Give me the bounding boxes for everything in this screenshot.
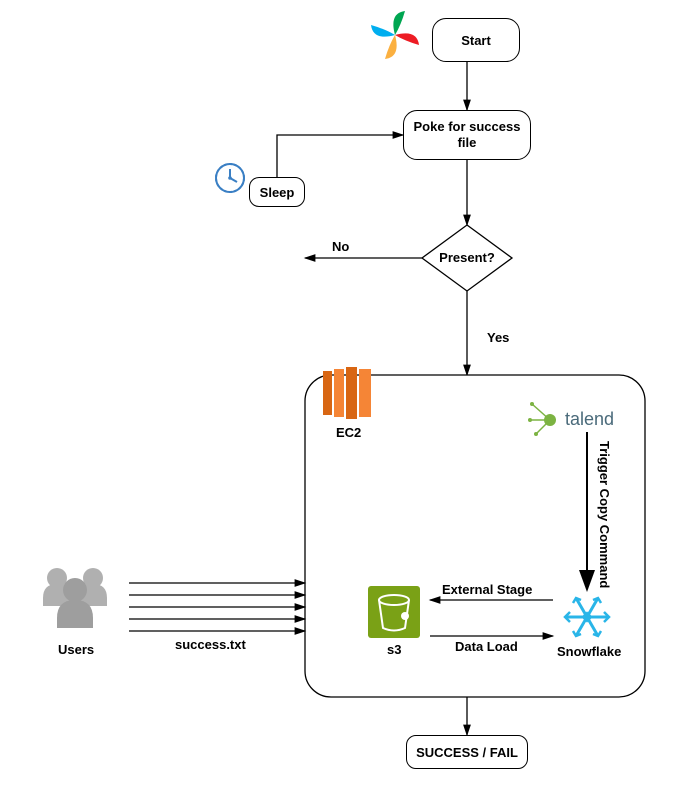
yes-label: Yes: [487, 330, 509, 345]
talend-icon: [528, 398, 562, 432]
users-icon: [43, 566, 107, 630]
users-label: Users: [58, 642, 94, 657]
pinwheel-icon: [378, 15, 416, 53]
result-node: SUCCESS / FAIL: [406, 735, 528, 769]
poke-label: Poke for success file: [404, 119, 530, 150]
no-label: No: [332, 239, 349, 254]
start-label: Start: [461, 33, 491, 48]
s3-icon: [368, 586, 420, 638]
snowflake-icon: [565, 595, 609, 639]
result-label: SUCCESS / FAIL: [416, 745, 518, 760]
data-load-label: Data Load: [455, 639, 518, 654]
external-stage-label: External Stage: [442, 582, 532, 597]
snowflake-label: Snowflake: [557, 644, 621, 659]
trigger-label: Trigger Copy Command: [597, 440, 612, 590]
successtxt-label: success.txt: [175, 637, 246, 652]
start-node: Start: [432, 18, 520, 62]
ec2-label: EC2: [336, 425, 361, 440]
sleep-node: Sleep: [249, 177, 305, 207]
s3-label: s3: [387, 642, 401, 657]
decision-label: Present?: [439, 250, 495, 265]
talend-label: talend: [565, 409, 614, 430]
ec2-icon: [323, 367, 371, 419]
sleep-label: Sleep: [260, 185, 295, 200]
clock-icon: [216, 164, 244, 192]
poke-node: Poke for success file: [403, 110, 531, 160]
